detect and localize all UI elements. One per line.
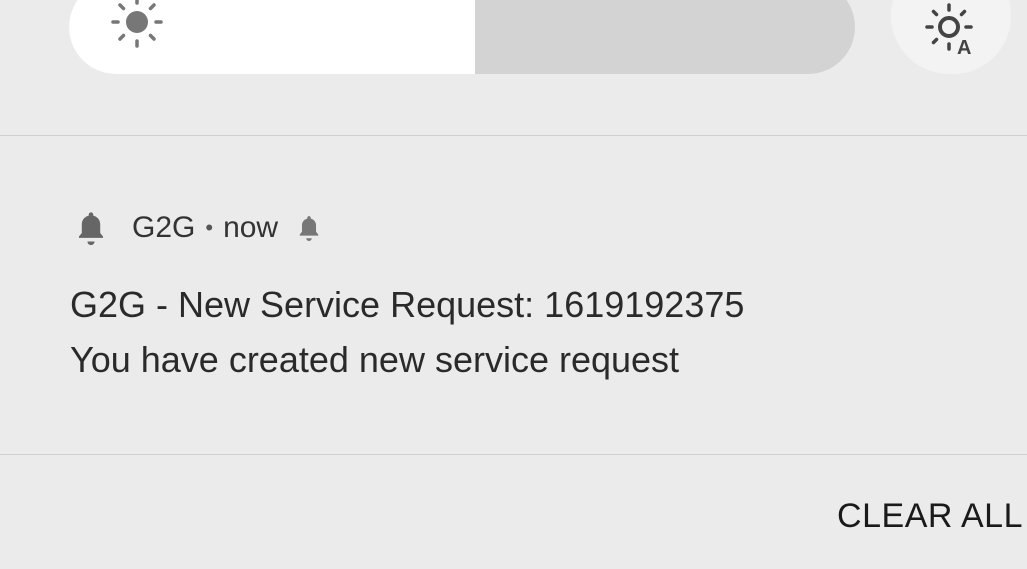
bell-icon bbox=[299, 216, 319, 241]
clear-all-button[interactable]: CLEAR ALL bbox=[837, 497, 1023, 536]
divider bbox=[0, 454, 1027, 455]
app-name: G2G bbox=[132, 211, 196, 244]
divider bbox=[0, 135, 1027, 136]
separator: • bbox=[205, 215, 214, 240]
auto-brightness-icon: A bbox=[925, 3, 973, 56]
svg-text:A: A bbox=[957, 37, 971, 56]
notification-time: now bbox=[223, 211, 279, 244]
brightness-slider[interactable] bbox=[69, 0, 855, 74]
notification-title[interactable]: G2G - New Service Request: 1619192375 bbox=[70, 284, 744, 326]
auto-brightness-button[interactable]: A bbox=[891, 0, 1011, 74]
notification-header: G2G • now bbox=[74, 206, 322, 250]
notification-text[interactable]: You have created new service request bbox=[70, 339, 679, 381]
brightness-icon bbox=[111, 0, 163, 48]
bell-icon bbox=[78, 212, 104, 245]
